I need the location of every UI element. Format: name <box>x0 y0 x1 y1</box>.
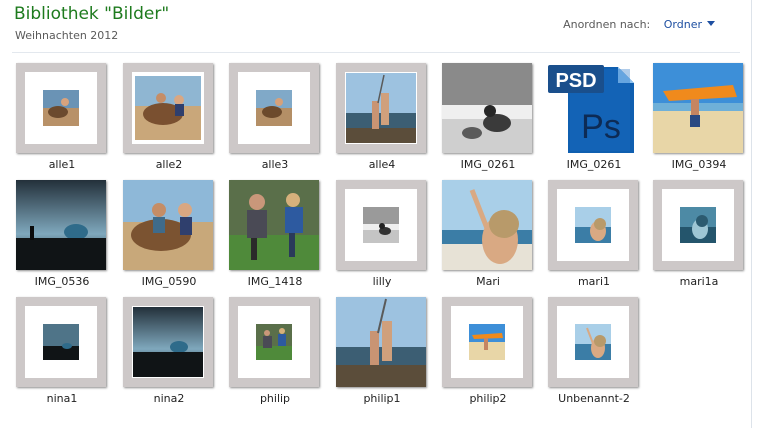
file-item[interactable]: mari1 <box>548 180 640 292</box>
file-item[interactable]: IMG_0394 <box>653 63 745 175</box>
photo-thumbnail-icon[interactable] <box>336 180 426 270</box>
file-item[interactable]: philip2 <box>442 297 534 409</box>
arrange-by-control: Anordnen nach: Ordner <box>563 18 715 31</box>
photo-thumbnail-icon[interactable] <box>16 180 106 270</box>
photoshop-psd-icon[interactable]: PSD Ps <box>548 63 638 153</box>
file-item[interactable]: IMG_0261 <box>442 63 534 175</box>
file-name: IMG_0261 <box>566 158 622 171</box>
ps-label: Ps <box>581 108 621 146</box>
file-item[interactable]: IMG_0536 <box>16 180 108 292</box>
library-header: Bibliothek "Bilder" Weihnachten 2012 Ano… <box>0 0 759 52</box>
chevron-down-icon[interactable] <box>707 21 715 26</box>
arrange-by-dropdown[interactable]: Ordner <box>664 18 715 31</box>
photo-thumbnail-icon[interactable] <box>653 180 743 270</box>
file-name: IMG_0536 <box>34 275 90 288</box>
photo-thumbnail-icon[interactable] <box>229 180 319 270</box>
file-name: philip <box>259 392 291 405</box>
file-name: mari1 <box>577 275 611 288</box>
photo-thumbnail-icon[interactable] <box>16 297 106 387</box>
file-name: Mari <box>476 275 500 288</box>
photo-thumbnail-icon[interactable] <box>229 297 319 387</box>
file-item[interactable]: lilly <box>336 180 428 292</box>
file-name: alle4 <box>368 158 396 171</box>
photo-thumbnail-icon[interactable] <box>548 180 638 270</box>
file-name: alle2 <box>155 158 183 171</box>
file-name: IMG_1418 <box>247 275 303 288</box>
file-name: IMG_0261 <box>460 158 516 171</box>
file-name: alle3 <box>261 158 289 171</box>
pane-border <box>751 0 752 428</box>
file-name: philip2 <box>469 392 507 405</box>
file-item[interactable]: alle1 <box>16 63 108 175</box>
file-item[interactable]: nina1 <box>16 297 108 409</box>
arrange-by-value[interactable]: Ordner <box>664 18 702 31</box>
library-title: Bibliothek "Bilder" <box>14 4 170 24</box>
photo-thumbnail-icon[interactable] <box>16 63 106 153</box>
file-item[interactable]: alle4 <box>336 63 428 175</box>
photo-thumbnail-icon[interactable] <box>653 63 743 153</box>
file-item[interactable]: philip <box>229 297 321 409</box>
file-name: IMG_0590 <box>141 275 197 288</box>
file-item[interactable]: alle3 <box>229 63 321 175</box>
photo-thumbnail-icon[interactable] <box>442 63 532 153</box>
file-item[interactable]: PSD Ps IMG_0261 <box>548 63 640 175</box>
photo-thumbnail-icon[interactable] <box>123 63 213 153</box>
photo-thumbnail-icon[interactable] <box>548 297 638 387</box>
file-item[interactable]: alle2 <box>123 63 215 175</box>
photo-thumbnail-icon[interactable] <box>442 180 532 270</box>
file-item[interactable]: mari1a <box>653 180 745 292</box>
file-name: philip1 <box>363 392 401 405</box>
photo-thumbnail-icon[interactable] <box>336 297 426 387</box>
photo-thumbnail-icon[interactable] <box>229 63 319 153</box>
file-item[interactable]: IMG_1418 <box>229 180 321 292</box>
header-divider <box>12 52 740 53</box>
photo-thumbnail-icon[interactable] <box>123 297 213 387</box>
file-name: IMG_0394 <box>671 158 727 171</box>
file-name: nina1 <box>46 392 78 405</box>
psd-label: PSD <box>555 70 596 92</box>
arrange-by-label: Anordnen nach: <box>563 18 651 31</box>
photo-thumbnail-icon[interactable] <box>336 63 426 153</box>
photo-thumbnail-icon[interactable] <box>123 180 213 270</box>
file-item[interactable]: nina2 <box>123 297 215 409</box>
file-name: mari1a <box>679 275 719 288</box>
file-item[interactable]: philip1 <box>336 297 428 409</box>
file-name: alle1 <box>48 158 76 171</box>
file-item[interactable]: Mari <box>442 180 534 292</box>
file-name: Unbenannt-2 <box>558 392 630 405</box>
library-subtitle: Weihnachten 2012 <box>15 29 119 42</box>
file-name: lilly <box>372 275 392 288</box>
file-name: nina2 <box>153 392 185 405</box>
photo-thumbnail-icon[interactable] <box>442 297 532 387</box>
file-item[interactable]: IMG_0590 <box>123 180 215 292</box>
file-item[interactable]: Unbenannt-2 <box>548 297 640 409</box>
